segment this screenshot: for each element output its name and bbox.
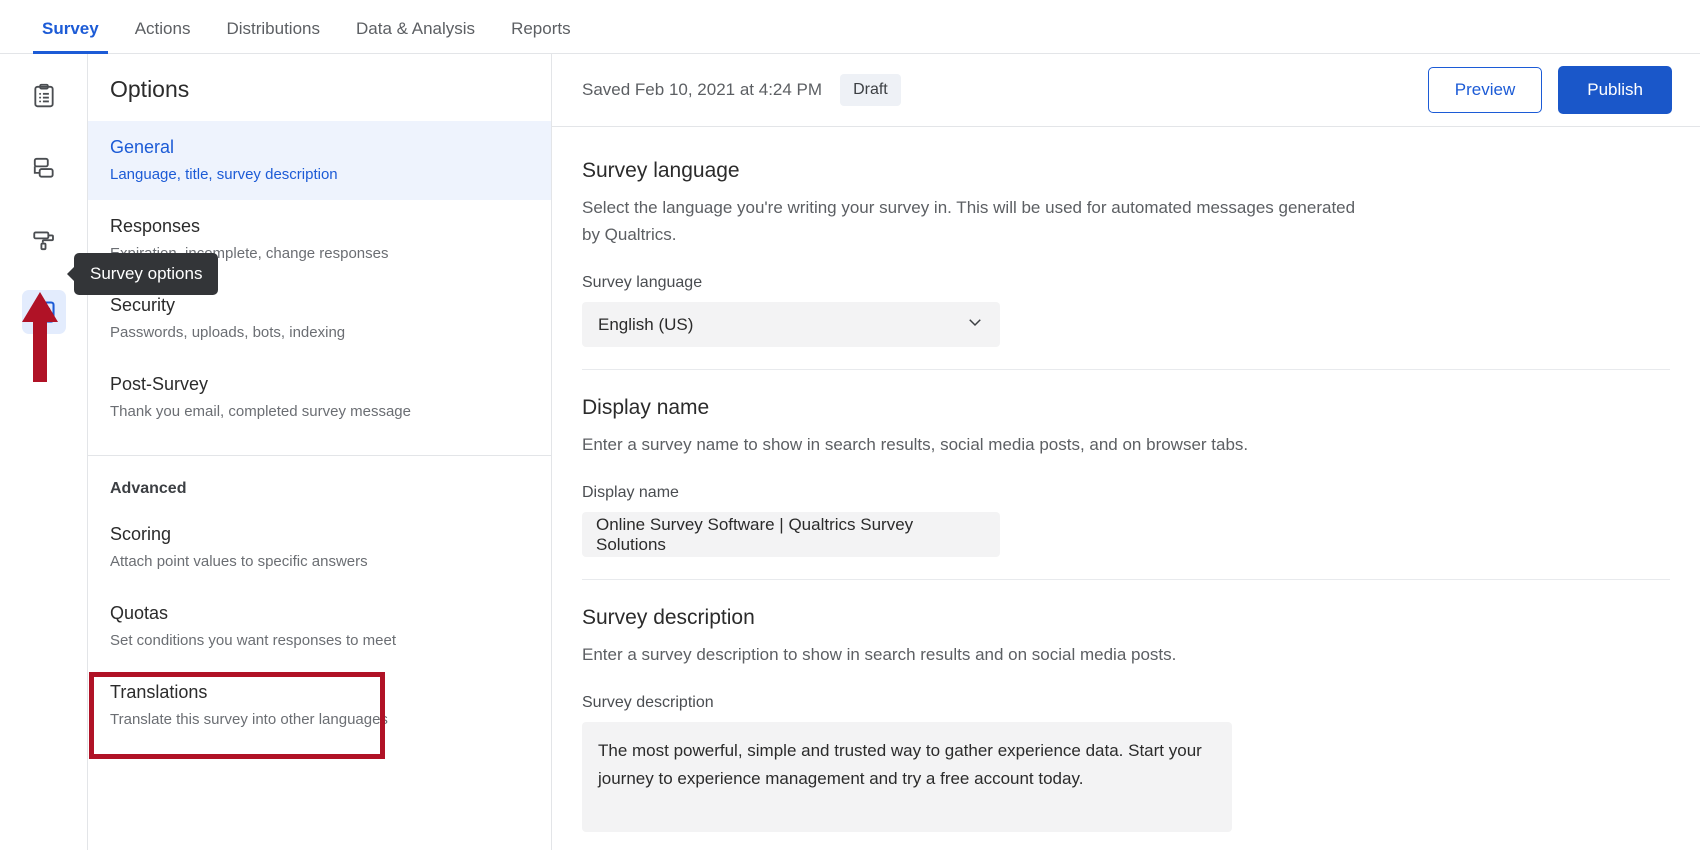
options-panel: Options General Language, title, survey … bbox=[88, 54, 552, 850]
options-item-quotas[interactable]: Quotas Set conditions you want responses… bbox=[88, 587, 551, 666]
section-survey-language: Survey language Select the language you'… bbox=[582, 159, 1670, 369]
options-advanced-header: Advanced bbox=[110, 480, 187, 497]
survey-options-tooltip: Survey options bbox=[74, 253, 219, 295]
options-item-scoring-label: Scoring bbox=[110, 524, 172, 544]
status-badge: Draft bbox=[840, 74, 901, 106]
display-name-input[interactable]: Online Survey Software | Qualtrics Surve… bbox=[582, 512, 1000, 557]
survey-description-field-label: Survey description bbox=[582, 694, 714, 711]
survey-language-select[interactable]: English (US) bbox=[582, 302, 1000, 347]
chevron-down-icon bbox=[966, 313, 984, 336]
tab-data-and-analysis[interactable]: Data & Analysis bbox=[338, 19, 493, 53]
section-display-name-subtitle: Enter a survey name to show in search re… bbox=[582, 435, 1249, 454]
content-area: Saved Feb 10, 2021 at 4:24 PM Draft Prev… bbox=[552, 54, 1700, 850]
tab-actions-label: Actions bbox=[134, 19, 191, 38]
settings-form: Survey language Select the language you'… bbox=[552, 127, 1700, 850]
survey-language-field-label: Survey language bbox=[582, 274, 703, 291]
preview-button[interactable]: Preview bbox=[1427, 67, 1543, 113]
survey-description-textarea[interactable]: The most powerful, simple and trusted wa… bbox=[582, 722, 1232, 832]
left-icon-rail bbox=[0, 54, 88, 850]
options-item-quotas-desc: Set conditions you want responses to mee… bbox=[110, 632, 396, 649]
rail-item-survey-flow[interactable] bbox=[22, 146, 66, 190]
options-item-responses-label: Responses bbox=[110, 216, 201, 236]
section-survey-description-subtitle: Enter a survey description to show in se… bbox=[582, 645, 1177, 664]
options-item-security-label: Security bbox=[110, 295, 176, 315]
display-name-value: Online Survey Software | Qualtrics Surve… bbox=[596, 514, 914, 554]
tab-reports-label: Reports bbox=[511, 19, 571, 38]
options-item-post-survey-label: Post-Survey bbox=[110, 374, 209, 394]
rail-item-survey-builder[interactable] bbox=[22, 74, 66, 118]
options-item-general[interactable]: General Language, title, survey descript… bbox=[88, 121, 551, 200]
content-header: Saved Feb 10, 2021 at 4:24 PM Draft Prev… bbox=[552, 54, 1700, 127]
options-item-general-label: General bbox=[110, 137, 175, 157]
options-item-scoring-desc: Attach point values to specific answers bbox=[110, 553, 368, 570]
tab-distributions[interactable]: Distributions bbox=[208, 19, 338, 53]
options-item-translations[interactable]: Translations Translate this survey into … bbox=[88, 666, 551, 745]
section-survey-language-subtitle: Select the language you're writing your … bbox=[582, 198, 1356, 244]
options-item-translations-label: Translations bbox=[110, 682, 208, 702]
options-panel-title: Options bbox=[110, 76, 190, 102]
rail-item-look-and-feel[interactable] bbox=[22, 218, 66, 262]
options-item-security-desc: Passwords, uploads, bots, indexing bbox=[110, 324, 346, 341]
qualtrics-survey-options-page: Survey Actions Distributions Data & Anal… bbox=[0, 0, 1700, 850]
survey-language-value: English (US) bbox=[598, 314, 694, 334]
survey-flow-icon bbox=[31, 155, 57, 181]
tab-distributions-label: Distributions bbox=[226, 19, 320, 38]
display-name-field-label: Display name bbox=[582, 484, 679, 501]
publish-button[interactable]: Publish bbox=[1558, 66, 1672, 114]
section-survey-description: Survey description Enter a survey descri… bbox=[582, 579, 1670, 850]
tab-actions[interactable]: Actions bbox=[117, 19, 209, 53]
options-item-post-survey-desc: Thank you email, completed survey messag… bbox=[110, 403, 411, 420]
tab-survey-label: Survey bbox=[42, 19, 99, 38]
tab-reports[interactable]: Reports bbox=[493, 19, 589, 53]
options-item-general-desc: Language, title, survey description bbox=[110, 166, 338, 183]
options-item-post-survey[interactable]: Post-Survey Thank you email, completed s… bbox=[88, 358, 551, 437]
options-item-quotas-label: Quotas bbox=[110, 603, 169, 623]
clipboard-icon bbox=[31, 83, 57, 109]
tab-survey[interactable]: Survey bbox=[24, 19, 117, 54]
annotation-arrow-up-icon bbox=[20, 292, 60, 387]
section-display-name-title: Display name bbox=[582, 396, 710, 419]
tab-data-and-analysis-label: Data & Analysis bbox=[356, 19, 476, 38]
section-survey-description-title: Survey description bbox=[582, 606, 755, 629]
survey-description-value: The most powerful, simple and trusted wa… bbox=[598, 741, 1202, 788]
tooltip-label: Survey options bbox=[90, 264, 203, 283]
options-item-translations-desc: Translate this survey into other languag… bbox=[110, 711, 388, 728]
options-item-scoring[interactable]: Scoring Attach point values to specific … bbox=[88, 508, 551, 587]
section-display-name: Display name Enter a survey name to show… bbox=[582, 369, 1670, 579]
paint-roller-icon bbox=[31, 227, 57, 253]
top-navigation: Survey Actions Distributions Data & Anal… bbox=[0, 0, 1700, 54]
saved-status-text: Saved Feb 10, 2021 at 4:24 PM bbox=[582, 80, 823, 99]
section-survey-language-title: Survey language bbox=[582, 159, 740, 182]
